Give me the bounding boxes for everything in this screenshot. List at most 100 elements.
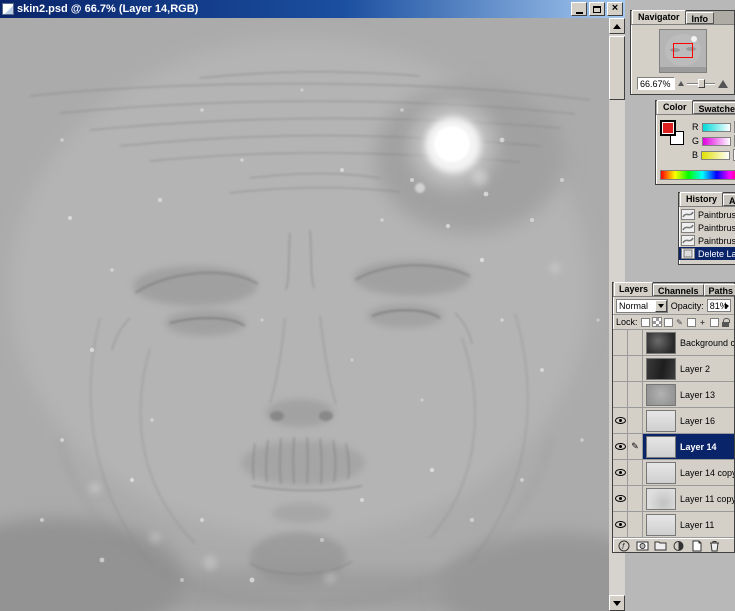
visibility-toggle[interactable] — [613, 434, 628, 459]
color-swatches — [661, 121, 687, 151]
red-channel-label: R — [692, 122, 699, 132]
layer-row[interactable]: ✎ Layer 2 — [613, 356, 734, 382]
blue-channel-row: B — [692, 148, 735, 162]
minimize-button[interactable] — [571, 2, 587, 16]
document-titlebar[interactable]: skin2.psd @ 66.7% (Layer 14,RGB) × — [0, 0, 625, 18]
link-cell[interactable]: ✎ — [628, 460, 643, 485]
layer-row[interactable]: ✎ Layer 14 — [613, 434, 734, 460]
navigator-preview[interactable] — [659, 29, 707, 73]
layer-thumbnail[interactable] — [646, 384, 676, 406]
layer-thumbnail[interactable] — [646, 514, 676, 536]
visibility-toggle[interactable] — [613, 512, 628, 537]
document-canvas[interactable] — [0, 18, 609, 611]
chevron-down-icon[interactable] — [655, 300, 667, 312]
layer-thumbnail[interactable] — [646, 358, 676, 380]
link-cell[interactable]: ✎ — [628, 408, 643, 433]
history-item[interactable]: Paintbrush — [679, 221, 735, 234]
svg-text:f: f — [622, 542, 625, 551]
history-item[interactable]: Paintbrush — [679, 208, 735, 221]
opacity-popup-icon[interactable] — [725, 303, 729, 309]
new-layer-button[interactable] — [689, 540, 704, 552]
layer-thumbnail[interactable] — [646, 436, 676, 458]
scrollbar-thumb[interactable] — [609, 36, 625, 100]
tab-channels[interactable]: Channels — [653, 284, 704, 296]
history-item[interactable]: Delete Layer — [679, 247, 735, 260]
visibility-eye-icon — [615, 521, 626, 528]
adjustment-layer-button[interactable] — [671, 540, 686, 552]
visibility-toggle[interactable] — [613, 460, 628, 485]
visibility-toggle[interactable] — [613, 408, 628, 433]
opacity-field[interactable]: 81% — [707, 299, 731, 312]
tab-info[interactable]: Info — [686, 12, 715, 24]
new-set-button[interactable] — [653, 540, 668, 552]
green-channel-row: G — [692, 134, 735, 148]
delete-layer-button[interactable] — [707, 540, 722, 552]
opacity-label: Opacity: — [671, 301, 704, 311]
tab-actions[interactable]: Actions — [723, 194, 735, 206]
red-channel-row: R — [692, 120, 735, 134]
scroll-down-icon — [613, 601, 621, 606]
tab-swatches[interactable]: Swatches — [693, 102, 735, 114]
scroll-down-button[interactable] — [609, 595, 625, 611]
tab-layers[interactable]: Layers — [614, 282, 653, 296]
visibility-eye-icon — [615, 495, 626, 502]
layer-row[interactable]: ✎ Background copy — [613, 330, 734, 356]
navigator-view-rectangle[interactable] — [673, 43, 693, 58]
zoom-out-icon[interactable] — [678, 81, 684, 86]
tab-history[interactable]: History — [680, 192, 723, 206]
lock-position-checkbox[interactable] — [687, 318, 696, 327]
zoom-in-icon[interactable] — [718, 80, 728, 88]
visibility-toggle[interactable] — [613, 330, 628, 355]
layer-row[interactable]: ✎ Layer 11 — [613, 512, 734, 538]
layer-thumbnail[interactable] — [646, 332, 676, 354]
lock-all-checkbox[interactable] — [710, 318, 719, 327]
layer-name: Layer 2 — [680, 364, 710, 374]
close-icon: × — [612, 3, 618, 14]
layer-row[interactable]: ✎ Layer 16 — [613, 408, 734, 434]
blend-mode-dropdown[interactable]: Normal — [616, 299, 668, 313]
layer-row[interactable]: ✎ Layer 13 — [613, 382, 734, 408]
navigator-zoom-slider[interactable] — [687, 83, 715, 85]
link-cell[interactable]: ✎ — [628, 512, 643, 537]
tab-navigator[interactable]: Navigator — [632, 10, 686, 24]
history-item[interactable]: Paintbrush — [679, 234, 735, 247]
link-cell[interactable]: ✎ — [628, 356, 643, 381]
maximize-button[interactable] — [589, 2, 605, 16]
visibility-toggle[interactable] — [613, 382, 628, 407]
visibility-eye-icon — [615, 443, 626, 450]
layer-row[interactable]: ✎ Layer 14 copy — [613, 460, 734, 486]
minimize-icon — [576, 12, 583, 14]
tab-color[interactable]: Color — [657, 100, 693, 114]
visibility-toggle[interactable] — [613, 486, 628, 511]
layers-palette: Layers Channels Paths Normal Opacity: 81… — [612, 282, 735, 553]
transparency-icon — [652, 317, 662, 327]
green-channel-slider[interactable] — [702, 137, 731, 146]
zoom-slider-handle[interactable] — [698, 79, 705, 88]
lock-transparency-checkbox[interactable] — [641, 318, 650, 327]
add-mask-button[interactable] — [635, 540, 650, 552]
move-icon: + — [698, 317, 708, 327]
layer-thumbnail[interactable] — [646, 410, 676, 432]
link-cell[interactable]: ✎ — [628, 330, 643, 355]
link-cell[interactable]: ✎ — [628, 434, 643, 459]
visibility-toggle[interactable] — [613, 356, 628, 381]
layer-row[interactable]: ✎ Layer 11 copy — [613, 486, 734, 512]
paintbrush-icon: ✎ — [675, 317, 685, 327]
red-channel-slider[interactable] — [702, 123, 731, 132]
navigator-tabs: Navigator Info — [631, 11, 734, 25]
navigator-zoom-field[interactable]: 66.67% — [637, 77, 675, 90]
link-cell[interactable]: ✎ — [628, 486, 643, 511]
lock-image-checkbox[interactable] — [664, 318, 673, 327]
color-spectrum-bar[interactable] — [660, 170, 735, 180]
layer-thumbnail[interactable] — [646, 488, 676, 510]
scroll-up-button[interactable] — [609, 18, 625, 34]
layer-thumbnail[interactable] — [646, 462, 676, 484]
layer-name: Layer 16 — [680, 416, 715, 426]
tab-paths[interactable]: Paths — [704, 284, 735, 296]
layer-style-button[interactable]: f — [617, 540, 632, 552]
foreground-color-swatch[interactable] — [661, 121, 675, 135]
close-button[interactable]: × — [607, 2, 623, 16]
link-cell[interactable]: ✎ — [628, 382, 643, 407]
blue-channel-slider[interactable] — [701, 151, 730, 160]
layer-name: Layer 14 — [680, 442, 717, 452]
